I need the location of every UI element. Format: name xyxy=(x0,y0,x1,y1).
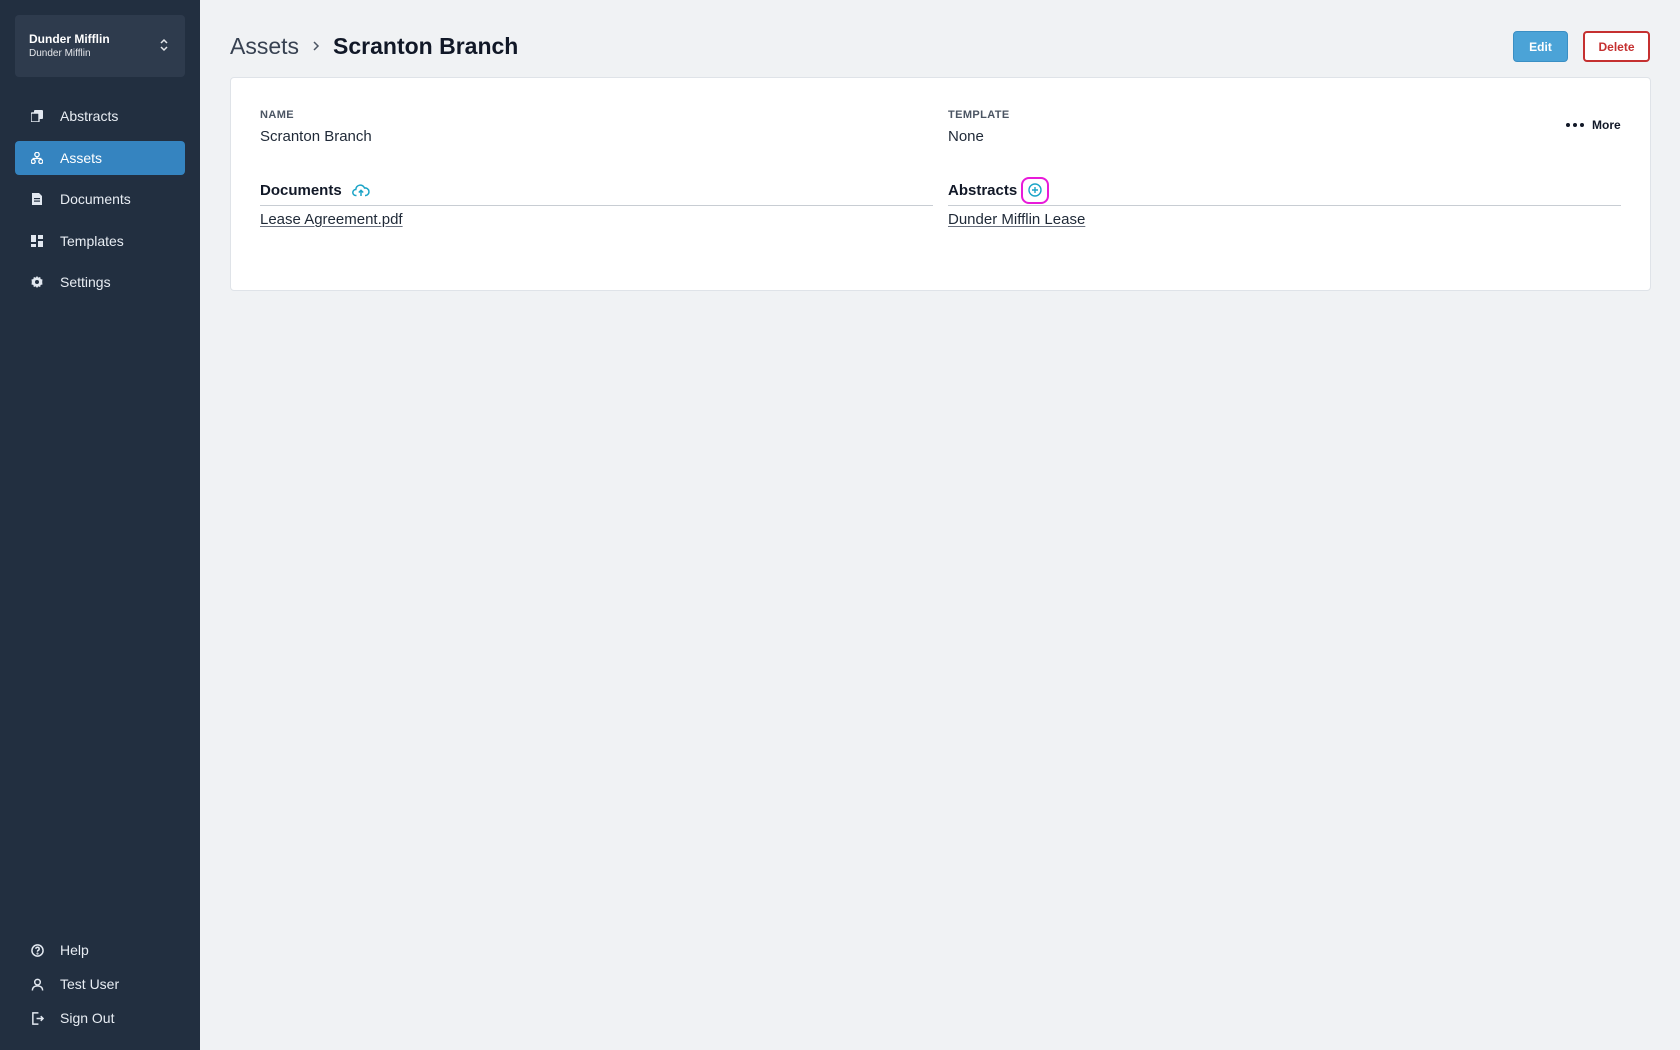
bottom-nav: Help Test User Sign Out xyxy=(15,933,185,1035)
delete-button[interactable]: Delete xyxy=(1583,31,1650,62)
copy-icon xyxy=(30,109,44,123)
more-label: More xyxy=(1592,118,1621,132)
plus-circle-icon xyxy=(1028,183,1042,197)
documents-title: Documents xyxy=(260,181,342,199)
name-label: NAME xyxy=(260,109,294,121)
sign-out-icon xyxy=(30,1011,44,1025)
nav-label: Help xyxy=(60,942,89,958)
nav-item-templates[interactable]: Templates xyxy=(15,224,185,258)
nav-label: Settings xyxy=(60,274,111,290)
gear-icon xyxy=(30,275,44,289)
nav-item-abstracts[interactable]: Abstracts xyxy=(15,99,185,133)
nav-item-user[interactable]: Test User xyxy=(15,967,185,1001)
hierarchy-icon xyxy=(30,151,44,165)
nav-label: Documents xyxy=(60,191,131,207)
chevron-right-icon xyxy=(313,41,320,51)
chevron-up-down-icon xyxy=(160,38,168,52)
org-subtitle: Dunder Mifflin xyxy=(29,48,91,59)
page-title: Scranton Branch xyxy=(333,32,519,59)
org-name: Dunder Mifflin xyxy=(29,32,110,46)
nav-label: Test User xyxy=(60,976,120,992)
abstracts-header: Abstracts xyxy=(948,176,1050,204)
breadcrumb: Assets Scranton Branch xyxy=(230,30,518,62)
cloud-upload-icon[interactable] xyxy=(351,183,370,197)
abstract-link[interactable]: Dunder Mifflin Lease xyxy=(948,211,1085,228)
org-switcher[interactable]: Dunder Mifflin Dunder Mifflin xyxy=(15,15,185,77)
nav-item-sign-out[interactable]: Sign Out xyxy=(15,1001,185,1035)
nav-label: Templates xyxy=(60,232,124,249)
abstracts-divider xyxy=(948,205,1621,206)
breadcrumb-assets[interactable]: Assets xyxy=(230,33,299,60)
abstracts-title: Abstracts xyxy=(948,181,1018,199)
name-value: Scranton Branch xyxy=(260,128,372,145)
nav-label: Sign Out xyxy=(60,1010,115,1026)
nav-label: Abstracts xyxy=(60,108,119,124)
edit-button[interactable]: Edit xyxy=(1513,31,1568,62)
nav-item-assets[interactable]: Assets xyxy=(15,140,185,175)
add-abstract-button[interactable] xyxy=(1021,176,1050,204)
template-value: None xyxy=(948,128,984,145)
nav-item-settings[interactable]: Settings xyxy=(15,265,185,299)
document-icon xyxy=(30,192,44,206)
grid-icon xyxy=(30,234,44,248)
document-link[interactable]: Lease Agreement.pdf xyxy=(260,211,403,228)
more-dots-icon xyxy=(1566,123,1584,127)
documents-header: Documents xyxy=(260,178,370,202)
sidebar: Dunder Mifflin Dunder Mifflin Abstracts … xyxy=(0,0,200,1050)
help-icon xyxy=(30,943,44,957)
asset-detail-card: NAME Scranton Branch TEMPLATE None More … xyxy=(230,77,1651,291)
template-label: TEMPLATE xyxy=(948,109,1010,121)
user-icon xyxy=(30,977,44,991)
nav-item-documents[interactable]: Documents xyxy=(15,182,185,216)
nav-item-help[interactable]: Help xyxy=(15,933,185,967)
main-nav: Abstracts Assets Documents Templates Set… xyxy=(15,99,185,307)
nav-label: Assets xyxy=(60,149,103,166)
documents-divider xyxy=(260,205,933,206)
more-button[interactable]: More xyxy=(1566,118,1621,132)
